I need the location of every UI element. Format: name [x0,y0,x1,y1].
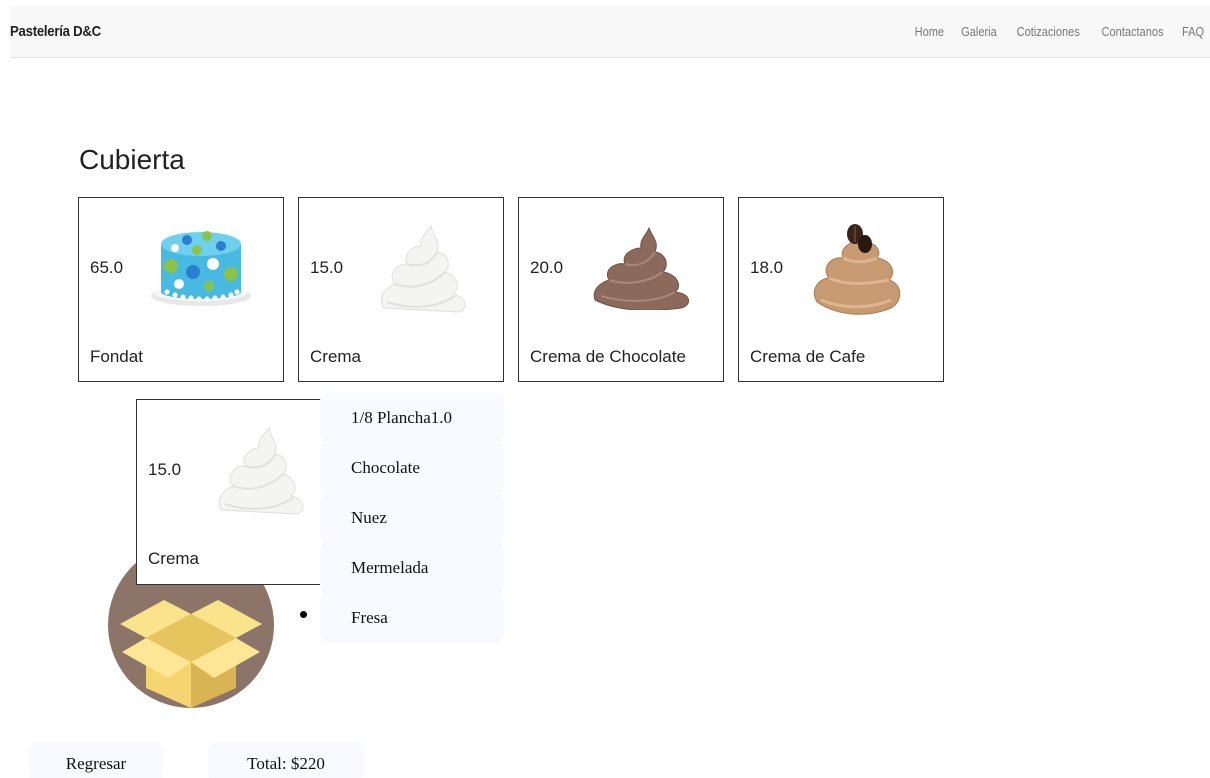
summary-list: 1/8 Plancha1.0 Chocolate Nuez Mermelada … [320,393,504,643]
summary-item[interactable]: Chocolate [320,443,504,493]
section-title: Cubierta [79,144,185,175]
summary-item[interactable]: Nuez [320,493,504,543]
fondant-cake-icon [151,231,251,306]
navbar: Pastelería D&C Home Galeria Cotizaciones… [10,6,1210,58]
chocolate-cream-icon [593,226,689,310]
whipped-cream-icon [381,224,466,313]
card-price: 15.0 [310,258,344,277]
brand-logo[interactable]: Pastelería D&C [10,6,101,58]
card-price: 15.0 [148,460,182,479]
option-card-fondat[interactable]: 65.0 Fondat [78,197,284,382]
summary-item[interactable]: 1/8 Plancha1.0 [320,393,504,443]
summary-item[interactable]: Mermelada [320,543,504,593]
option-card-crema-de-cafe[interactable]: 18.0 Crema de Cafe [738,197,944,382]
card-name: Crema [148,549,200,568]
list-bullet [300,611,307,618]
summary-item[interactable]: Fresa [320,593,504,643]
nav-links: Home Galeria Cotizaciones Contactanos FA… [905,6,1210,58]
coffee-cream-icon [813,224,901,315]
card-price: 18.0 [750,258,784,277]
card-name: Crema de Cafe [750,347,866,366]
nav-link-home[interactable]: Home [911,6,947,58]
selected-card-crema[interactable]: 15.0 Crema [136,399,343,585]
card-price: 65.0 [90,258,124,277]
card-price: 20.0 [530,258,564,277]
card-name: Crema de Chocolate [530,347,686,366]
nav-link-cotizaciones[interactable]: Cotizaciones [1013,6,1083,58]
nav-link-faq[interactable]: FAQ [1179,6,1208,58]
option-card-crema[interactable]: 15.0 Crema [298,197,504,382]
whipped-cream-icon [219,426,304,515]
nav-link-galeria[interactable]: Galeria [957,6,999,58]
card-name: Crema [310,347,362,366]
nav-link-contactanos[interactable]: Contactanos [1098,6,1167,58]
back-button[interactable]: Regresar [29,742,163,778]
total-button[interactable]: Total: $220 [208,742,364,778]
option-card-crema-de-chocolate[interactable]: 20.0 Crema de Chocolate [518,197,724,382]
card-name: Fondat [90,347,143,366]
